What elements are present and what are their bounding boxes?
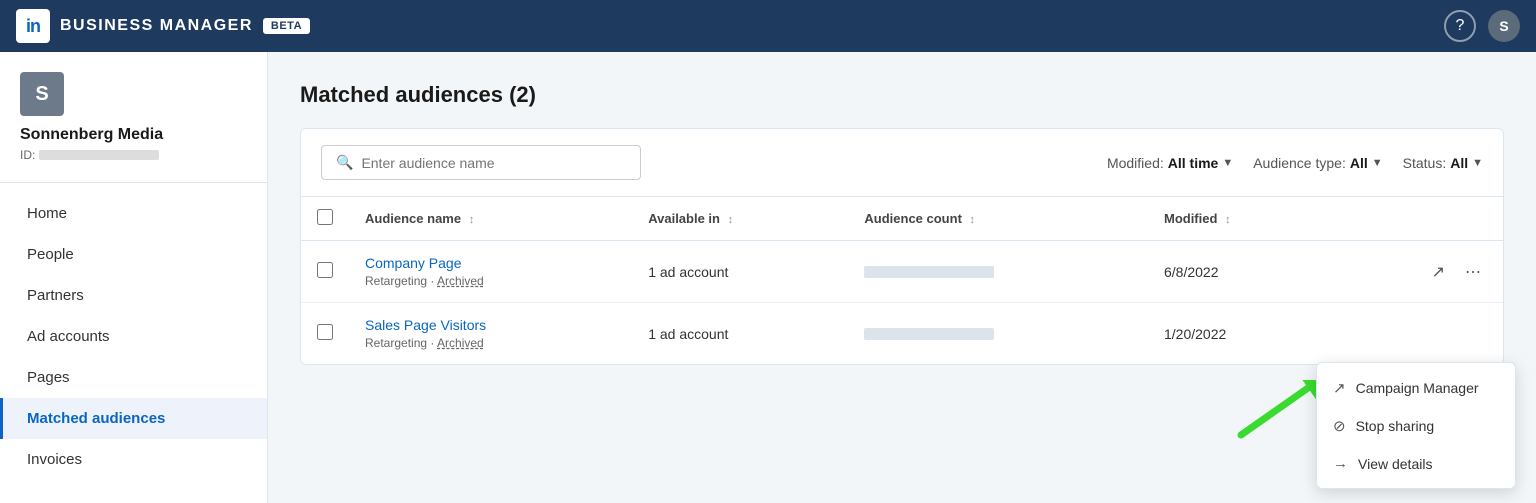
audiences-table: Audience name ↕ Available in ↕ Audience … <box>301 197 1503 364</box>
sidebar-id-bar <box>39 150 159 160</box>
sidebar-item-home[interactable]: Home <box>0 193 267 234</box>
table-row: Company Page Retargeting · Archived 1 ad… <box>301 241 1503 303</box>
sidebar-item-partners[interactable]: Partners <box>0 275 267 316</box>
filter-modified-value: All time <box>1168 155 1219 171</box>
sidebar-item-matched-audiences[interactable]: Matched audiences <box>0 398 267 439</box>
col-audience-name[interactable]: Audience name ↕ <box>349 197 632 241</box>
green-arrow <box>1236 380 1316 443</box>
row1-meta: Retargeting · Archived <box>365 274 616 288</box>
sort-modified-icon: ↕ <box>1225 214 1231 226</box>
row2-modified: 1/20/2022 <box>1148 303 1330 365</box>
page-title: Matched audiences (2) <box>300 82 1504 108</box>
external-link-icon: ↗ <box>1432 264 1445 281</box>
table-toolbar: 🔍 Modified: All time ▼ Audience type: Al… <box>301 129 1503 197</box>
dropdown-item-campaign-manager[interactable]: ↗ Campaign Manager <box>1317 369 1515 407</box>
row1-more-button[interactable]: ⋯ <box>1459 256 1487 288</box>
filter-modified-label: Modified: <box>1107 155 1164 171</box>
topnav-left: in BUSINESS MANAGER BETA <box>16 9 310 43</box>
sidebar-company-name: Sonnenberg Media <box>20 126 247 144</box>
row2-checkbox-cell <box>301 303 349 365</box>
sidebar-account: S Sonnenberg Media ID: <box>0 72 267 183</box>
beta-badge: BETA <box>263 18 310 34</box>
nav-title: BUSINESS MANAGER <box>60 17 253 35</box>
row2-available-in: 1 ad account <box>632 303 848 365</box>
row1-external-link-button[interactable]: ↗ <box>1426 256 1451 288</box>
top-navigation: in BUSINESS MANAGER BETA ? S <box>0 0 1536 52</box>
table-header-row: Audience name ↕ Available in ↕ Audience … <box>301 197 1503 241</box>
table-card: 🔍 Modified: All time ▼ Audience type: Al… <box>300 128 1504 365</box>
filter-modified-arrow: ▼ <box>1222 157 1233 169</box>
filter-audience-type-label: Audience type: <box>1253 155 1346 171</box>
sidebar-item-people[interactable]: People <box>0 234 267 275</box>
row1-checkbox-cell <box>301 241 349 303</box>
col-available-in[interactable]: Available in ↕ <box>632 197 848 241</box>
select-all-header <box>301 197 349 241</box>
layout: S Sonnenberg Media ID: Home People Partn… <box>0 52 1536 503</box>
row2-archived-tag[interactable]: Archived <box>437 336 484 350</box>
help-icon[interactable]: ? <box>1444 10 1476 42</box>
filter-modified[interactable]: Modified: All time ▼ <box>1107 155 1233 171</box>
search-input[interactable] <box>361 155 626 171</box>
row2-checkbox[interactable] <box>317 324 333 340</box>
row1-archived-tag[interactable]: Archived <box>437 274 484 288</box>
sidebar-nav: Home People Partners Ad accounts Pages M… <box>0 193 267 480</box>
sidebar-item-ad-accounts[interactable]: Ad accounts <box>0 316 267 357</box>
filter-status-arrow: ▼ <box>1472 157 1483 169</box>
col-actions <box>1330 197 1503 241</box>
dropdown-menu: ↗ Campaign Manager ⊘ Stop sharing → View… <box>1316 362 1516 489</box>
row1-name-cell: Company Page Retargeting · Archived <box>349 241 632 303</box>
dropdown-view-details-label: View details <box>1358 456 1432 472</box>
arrow-svg <box>1236 380 1316 440</box>
row1-count-bar <box>864 266 994 278</box>
search-icon: 🔍 <box>336 154 353 171</box>
dropdown-item-stop-sharing[interactable]: ⊘ Stop sharing <box>1317 407 1515 445</box>
filter-status-value: All <box>1450 155 1468 171</box>
sidebar-item-invoices[interactable]: Invoices <box>0 439 267 480</box>
sidebar: S Sonnenberg Media ID: Home People Partn… <box>0 52 268 503</box>
stop-sharing-icon: ⊘ <box>1333 417 1346 435</box>
row1-audience-count <box>848 241 1148 303</box>
row1-available-in: 1 ad account <box>632 241 848 303</box>
campaign-manager-icon: ↗ <box>1333 379 1346 397</box>
row2-meta: Retargeting · Archived <box>365 336 616 350</box>
row2-name-cell: Sales Page Visitors Retargeting · Archiv… <box>349 303 632 365</box>
linkedin-logo: in <box>16 9 50 43</box>
row1-name-link[interactable]: Company Page <box>365 255 462 271</box>
col-modified[interactable]: Modified ↕ <box>1148 197 1330 241</box>
table-row: Sales Page Visitors Retargeting · Archiv… <box>301 303 1503 365</box>
col-audience-count[interactable]: Audience count ↕ <box>848 197 1148 241</box>
filters: Modified: All time ▼ Audience type: All … <box>1107 155 1483 171</box>
main-content: Matched audiences (2) 🔍 Modified: All ti… <box>268 52 1536 503</box>
dropdown-stop-sharing-label: Stop sharing <box>1356 418 1435 434</box>
row1-checkbox[interactable] <box>317 262 333 278</box>
filter-audience-type-arrow: ▼ <box>1372 157 1383 169</box>
view-details-icon: → <box>1333 455 1348 472</box>
sort-available-in-icon: ↕ <box>728 214 734 226</box>
sort-audience-name-icon: ↕ <box>469 214 475 226</box>
filter-status-label: Status: <box>1403 155 1447 171</box>
more-icon: ⋯ <box>1465 264 1481 281</box>
sidebar-item-pages[interactable]: Pages <box>0 357 267 398</box>
sidebar-avatar: S <box>20 72 64 116</box>
filter-audience-type[interactable]: Audience type: All ▼ <box>1253 155 1382 171</box>
row2-name-link[interactable]: Sales Page Visitors <box>365 317 486 333</box>
user-avatar[interactable]: S <box>1488 10 1520 42</box>
dropdown-campaign-manager-label: Campaign Manager <box>1356 380 1479 396</box>
filter-audience-type-value: All <box>1350 155 1368 171</box>
row1-modified: 6/8/2022 <box>1148 241 1330 303</box>
dropdown-item-view-details[interactable]: → View details <box>1317 445 1515 482</box>
select-all-checkbox[interactable] <box>317 209 333 225</box>
sort-audience-count-icon: ↕ <box>970 214 976 226</box>
topnav-right: ? S <box>1444 10 1520 42</box>
row1-actions-container: ↗ ⋯ <box>1346 256 1487 288</box>
filter-status[interactable]: Status: All ▼ <box>1403 155 1483 171</box>
row2-actions <box>1330 303 1503 365</box>
search-box: 🔍 <box>321 145 641 180</box>
row1-actions: ↗ ⋯ <box>1330 241 1503 303</box>
row2-audience-count <box>848 303 1148 365</box>
row2-count-bar <box>864 328 994 340</box>
sidebar-id: ID: <box>20 148 247 162</box>
